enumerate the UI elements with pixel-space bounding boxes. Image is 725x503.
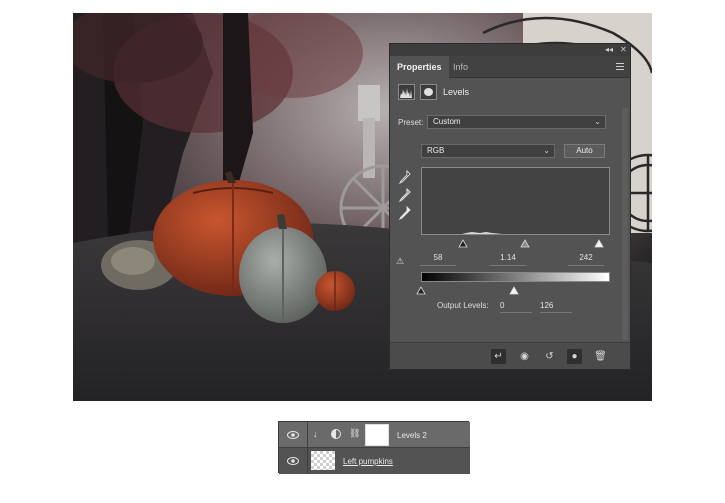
adjustment-header: Levels	[398, 84, 628, 104]
layer-separator	[307, 448, 308, 474]
panel-title-bar[interactable]: ◂◂ ✕	[390, 44, 630, 56]
clip-to-layer-icon[interactable]: ↵	[491, 349, 506, 364]
input-gamma-underline	[490, 265, 526, 266]
output-white-value[interactable]: 126	[540, 301, 570, 310]
input-gray-handle	[520, 239, 530, 248]
eye-icon[interactable]	[287, 430, 299, 440]
input-levels-slider[interactable]	[421, 236, 610, 248]
chevron-down-icon: ⌄	[594, 117, 601, 126]
black-point-eyedropper-icon[interactable]	[398, 169, 411, 189]
panel-scrollbar[interactable]	[622, 108, 628, 340]
output-black-value[interactable]: 0	[500, 301, 530, 310]
clipping-warning-icon[interactable]: ⚠	[396, 256, 404, 267]
channel-value: RGB	[427, 146, 445, 155]
white-point-eyedropper-icon[interactable]	[398, 205, 411, 225]
input-white-underline	[568, 265, 604, 266]
delete-trash-icon[interactable]: 🗑	[593, 349, 608, 364]
panel-tabs: Properties Info	[390, 56, 630, 78]
output-levels-label: Output Levels:	[437, 301, 489, 310]
levels-histogram	[421, 167, 610, 235]
input-black-handle	[458, 239, 468, 248]
reset-icon[interactable]: ↺	[542, 349, 557, 364]
tab-properties[interactable]: Properties	[390, 56, 449, 78]
panel-bottom-bar: ↵ ◉ ↺ ● 🗑	[390, 342, 630, 369]
layer-mask-thumbnail[interactable]	[365, 424, 389, 446]
clipping-arrow-icon: ↓	[313, 429, 318, 439]
preset-select[interactable]: Custom ⌄	[427, 115, 606, 129]
layer-name[interactable]: Levels 2	[397, 431, 427, 440]
levels-histogram-icon[interactable]	[398, 84, 415, 100]
view-previous-state-icon[interactable]: ◉	[517, 349, 532, 364]
input-black-underline	[420, 265, 456, 266]
input-white-handle	[594, 239, 604, 248]
tab-info[interactable]: Info	[446, 56, 475, 78]
gray-point-eyedropper-icon[interactable]	[398, 187, 411, 207]
layer-thumbnail[interactable]	[311, 451, 335, 470]
collapse-icon[interactable]: ◂◂	[605, 44, 613, 56]
layer-mask-icon[interactable]	[420, 84, 437, 100]
chevron-down-icon: ⌄	[543, 146, 550, 155]
layers-panel[interactable]: ↓ ⛓ Levels 2 Left pumpkins	[278, 421, 470, 474]
output-gradient-bar	[421, 272, 610, 282]
channel-select[interactable]: RGB ⌄	[421, 144, 555, 158]
output-levels-slider[interactable]	[416, 283, 526, 295]
adjustment-title: Levels	[443, 87, 470, 97]
link-chain-icon[interactable]: ⛓	[349, 428, 360, 439]
layer-name[interactable]: Left pumpkins	[343, 457, 393, 466]
panel-menu-icon[interactable]	[616, 63, 624, 70]
output-white-handle	[509, 286, 519, 295]
output-black-handle	[416, 286, 426, 295]
visibility-eye-icon[interactable]: ●	[567, 349, 582, 364]
output-white-underline	[540, 312, 572, 313]
close-icon[interactable]: ✕	[620, 44, 627, 56]
preset-value: Custom	[433, 117, 461, 126]
stage: ◂◂ ✕ Properties Info Levels Preset: Cust…	[0, 0, 725, 503]
layer-row-left-pumpkins[interactable]: Left pumpkins	[279, 448, 470, 474]
layer-separator	[307, 422, 308, 447]
layer-row-levels-2[interactable]: ↓ ⛓ Levels 2	[279, 422, 470, 448]
input-white-value[interactable]: 242	[568, 253, 604, 262]
input-gamma-value[interactable]: 1.14	[490, 253, 526, 262]
preset-label: Preset:	[398, 118, 424, 127]
output-black-underline	[500, 312, 532, 313]
input-black-value[interactable]: 58	[420, 253, 456, 262]
auto-button[interactable]: Auto	[564, 144, 605, 158]
eye-icon[interactable]	[287, 456, 299, 466]
adjustment-layer-icon	[331, 429, 341, 439]
